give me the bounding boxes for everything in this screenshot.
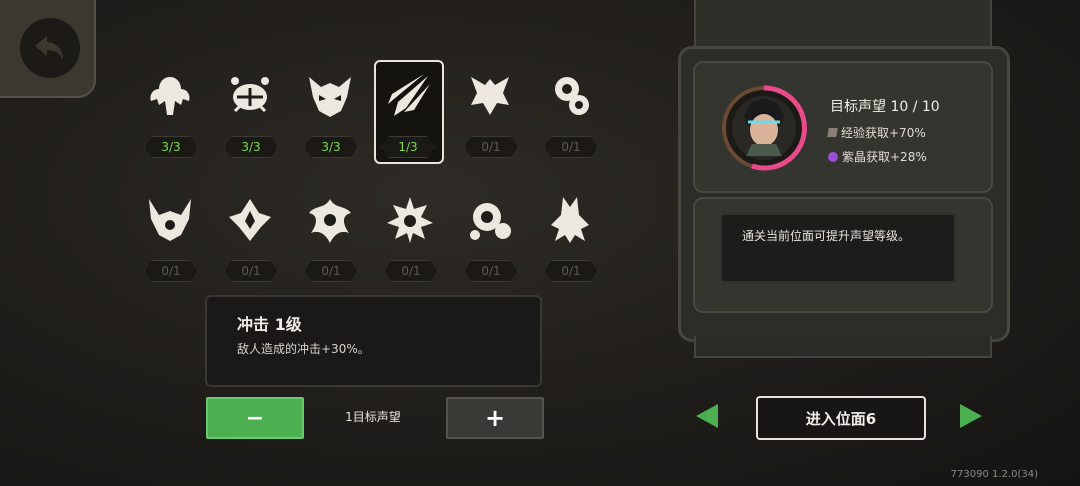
skill-cell[interactable]: 3/3 [292, 60, 372, 164]
skill-cell[interactable]: 0/1 [532, 184, 612, 288]
reputation-title: 目标声望 10 / 10 [830, 99, 940, 115]
panel-bottom-frame [694, 336, 992, 358]
skill-counter: 0/1 [544, 136, 598, 158]
decrease-button[interactable]: − [206, 397, 304, 439]
skill-cell[interactable]: 0/1 [452, 184, 532, 288]
skill-counter: 0/1 [464, 136, 518, 158]
skill-cell[interactable]: 0/1 [372, 184, 452, 288]
skill-cell[interactable]: 0/1 [452, 60, 532, 164]
skill-counter: 0/1 [304, 260, 358, 282]
skill-counter: 0/1 [544, 260, 598, 282]
skill-counter: 3/3 [224, 136, 278, 158]
skill-counter: 0/1 [384, 260, 438, 282]
version-label: 773090 1.2.0(34) [950, 469, 1038, 480]
skill-counter: 3/3 [304, 136, 358, 158]
increase-button[interactable]: + [446, 397, 544, 439]
skill-description-panel: 冲击 1级 敌人造成的冲击+30%。 [205, 295, 542, 387]
demon-mask-icon [294, 60, 366, 132]
crab-emblem-icon [214, 60, 286, 132]
orb-cluster-icon [454, 184, 526, 256]
previous-arrow-icon[interactable] [694, 402, 720, 434]
skill-counter: 0/1 [224, 260, 278, 282]
swirl-cloud-icon [534, 60, 606, 132]
skill-counter: 0/1 [464, 260, 518, 282]
spiked-eye-icon [374, 184, 446, 256]
skill-cell[interactable]: 0/1 [212, 184, 292, 288]
skill-cell[interactable]: 0/1 [292, 184, 372, 288]
horned-beast-icon [134, 184, 206, 256]
exp-bonus-row: 经验获取+70% [827, 124, 926, 141]
cost-label: 1目标声望 [345, 410, 401, 424]
reputation-hint-box: 通关当前位面可提升声望等级。 [720, 213, 956, 283]
enter-plane-button[interactable]: 进入位面6 [756, 396, 926, 440]
crystal-bonus-row: 紫晶获取+28% [828, 148, 927, 165]
reputation-hint-text: 通关当前位面可提升声望等级。 [742, 229, 911, 243]
next-arrow-icon[interactable] [958, 402, 984, 434]
claw-slash-icon: 1/3 [374, 60, 444, 164]
crystal-bonus-text: 紫晶获取+28% [842, 150, 927, 164]
exp-bonus-text: 经验获取+70% [841, 126, 926, 140]
back-arrow-icon [20, 18, 80, 78]
skill-counter: 1/3 [381, 136, 435, 158]
skill-cell[interactable]: 3/3 [212, 60, 292, 164]
spiral-star-icon [294, 184, 366, 256]
purple-crystal-icon [828, 151, 838, 162]
panel-top-frame [694, 0, 992, 48]
avatar [718, 82, 810, 174]
tentacle-beast-icon [454, 60, 526, 132]
exp-icon [827, 128, 838, 137]
back-button[interactable] [0, 0, 96, 98]
crystal-flower-icon [214, 184, 286, 256]
skill-title: 冲击 1级 [237, 315, 302, 334]
skill-effect-text: 敌人造成的冲击+30%。 [237, 342, 370, 356]
skill-cell[interactable]: 0/1 [532, 60, 612, 164]
skill-counter: 0/1 [144, 260, 198, 282]
skill-cell[interactable]: 0/1 [132, 184, 212, 288]
root-tree-icon [534, 184, 606, 256]
skill-cell-selected[interactable]: 1/3 [132, 60, 444, 164]
